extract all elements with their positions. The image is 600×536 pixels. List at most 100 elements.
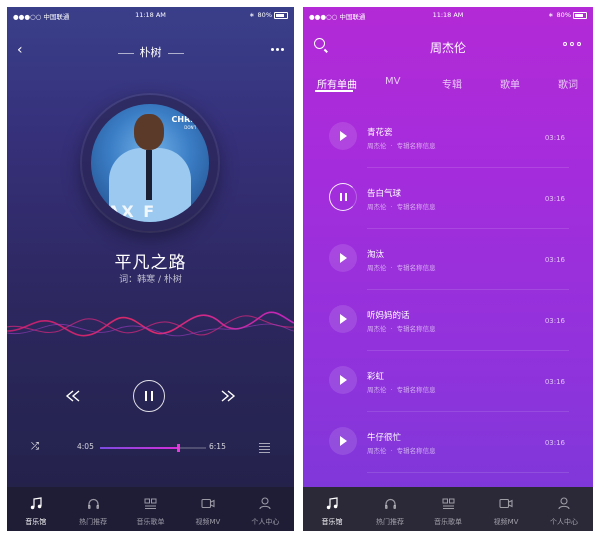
battery-icon bbox=[573, 11, 587, 19]
playlist-grid-icon bbox=[419, 494, 477, 514]
song-album: 专辑名称信息 bbox=[396, 142, 436, 150]
play-button[interactable] bbox=[329, 244, 357, 272]
tab-category[interactable]: 歌词 bbox=[558, 76, 578, 91]
user-icon bbox=[237, 494, 294, 514]
tab-item[interactable]: 热门推荐 bbox=[64, 487, 121, 531]
song-meta: 周杰伦 · 专辑名称信息 bbox=[367, 325, 436, 333]
song-credit: 词：韩寒 / 朴树 bbox=[119, 275, 182, 285]
song-row[interactable]: 青花瓷周杰伦 · 专辑名称信息 03:16 bbox=[327, 107, 569, 168]
song-name: 青花瓷 bbox=[367, 128, 393, 138]
status-bar: ●●●○○ 中国联通 11:18 AM ∗ 80% bbox=[7, 7, 294, 23]
music-note-icon bbox=[7, 494, 64, 514]
song-duration: 03:16 bbox=[544, 134, 565, 142]
tab-category[interactable]: 专辑 bbox=[442, 76, 462, 91]
video-camera-icon bbox=[179, 494, 236, 514]
battery-percent: 80% bbox=[556, 11, 571, 19]
playback-controls bbox=[7, 377, 294, 417]
song-album: 专辑名称信息 bbox=[396, 325, 436, 333]
playlist-icon[interactable] bbox=[259, 443, 270, 455]
song-title: 平凡之路 bbox=[114, 253, 187, 273]
progress-handle[interactable] bbox=[177, 444, 181, 452]
sound-wave-visualizer bbox=[7, 311, 294, 337]
music-note-icon bbox=[303, 494, 361, 514]
play-button[interactable] bbox=[329, 427, 357, 455]
play-button[interactable] bbox=[329, 366, 357, 394]
tab-label: 音乐馆 bbox=[25, 518, 47, 526]
current-time: 4:05 bbox=[77, 442, 94, 451]
shuffle-icon[interactable]: ⤮ bbox=[31, 441, 39, 452]
song-name: 牛仔很忙 bbox=[367, 433, 402, 443]
tab-item[interactable]: 音乐歌单 bbox=[122, 487, 179, 531]
total-time: 6:15 bbox=[209, 442, 226, 451]
tab-category[interactable]: MV bbox=[385, 76, 400, 87]
tab-label: 视频MV bbox=[195, 518, 221, 526]
bluetooth-icon: ∗ bbox=[548, 11, 554, 19]
headphones-icon bbox=[64, 494, 121, 514]
song-row[interactable]: 彩虹周杰伦 · 专辑名称信息 03:16 bbox=[327, 351, 569, 412]
user-icon bbox=[535, 494, 593, 514]
song-artist: 周杰伦 bbox=[367, 264, 387, 272]
progress-track[interactable] bbox=[100, 444, 206, 452]
song-duration: 03:16 bbox=[544, 256, 565, 264]
previous-icon[interactable] bbox=[65, 390, 81, 402]
tab-item[interactable]: 视频MV bbox=[477, 487, 535, 531]
play-button[interactable] bbox=[329, 122, 357, 150]
pause-button[interactable] bbox=[329, 183, 357, 211]
battery-percent: 80% bbox=[257, 11, 272, 19]
song-album: 专辑名称信息 bbox=[396, 264, 436, 272]
next-icon[interactable] bbox=[220, 390, 236, 402]
tab-item[interactable]: 视频MV bbox=[179, 487, 236, 531]
album-disc: CHRIS DON'T ΔX F bbox=[82, 95, 218, 231]
album-cover-subtext: DON'T bbox=[184, 125, 197, 130]
tab-item[interactable]: 音乐歌单 bbox=[419, 487, 477, 531]
row-divider bbox=[367, 472, 569, 473]
song-duration: 03:16 bbox=[544, 195, 565, 203]
battery-icon bbox=[274, 11, 288, 19]
song-duration: 03:16 bbox=[544, 439, 565, 447]
album-cover: CHRIS DON'T ΔX F bbox=[91, 104, 209, 222]
player-header: ‹ 朴树 bbox=[7, 35, 294, 65]
bluetooth-icon: ∗ bbox=[249, 11, 255, 19]
tab-category[interactable]: 歌单 bbox=[500, 76, 520, 91]
pause-button[interactable] bbox=[133, 380, 165, 412]
song-name: 听妈妈的话 bbox=[367, 311, 410, 321]
more-icon[interactable] bbox=[563, 42, 581, 46]
tab-label: 音乐歌单 bbox=[434, 518, 462, 526]
tab-item[interactable]: 个人中心 bbox=[535, 487, 593, 531]
play-button[interactable] bbox=[329, 305, 357, 333]
tab-label: 个人中心 bbox=[251, 518, 280, 526]
song-artist: 周杰伦 bbox=[367, 203, 387, 211]
tab-item[interactable]: 音乐馆 bbox=[7, 487, 64, 531]
artist-title: 周杰伦 bbox=[429, 41, 466, 55]
category-tabs: 所有单曲 MV 专辑 歌单 歌词 bbox=[303, 69, 593, 95]
song-meta: 周杰伦 · 专辑名称信息 bbox=[367, 142, 436, 150]
tab-item[interactable]: 热门推荐 bbox=[361, 487, 419, 531]
song-meta: 周杰伦 · 专辑名称信息 bbox=[367, 264, 436, 272]
battery-status: ∗ 80% bbox=[249, 11, 288, 19]
song-artist: 周杰伦 bbox=[367, 447, 387, 455]
song-album: 专辑名称信息 bbox=[396, 386, 436, 394]
tab-category[interactable]: 所有单曲 bbox=[317, 76, 357, 91]
song-meta: 周杰伦 · 专辑名称信息 bbox=[367, 386, 436, 394]
more-icon[interactable] bbox=[271, 48, 284, 51]
song-album: 专辑名称信息 bbox=[396, 447, 436, 455]
song-duration: 03:16 bbox=[544, 317, 565, 325]
tab-label: 热门推荐 bbox=[376, 518, 404, 526]
song-name: 彩虹 bbox=[367, 372, 385, 382]
song-artist: 周杰伦 bbox=[367, 325, 387, 333]
song-meta: 周杰伦 · 专辑名称信息 bbox=[367, 447, 436, 455]
song-row[interactable]: 牛仔很忙周杰伦 · 专辑名称信息 03:16 bbox=[327, 412, 569, 473]
tab-bar: 音乐馆 热门推荐 音乐歌单 视频MV 个人中心 bbox=[303, 487, 593, 531]
song-row[interactable]: 告白气球 周杰伦 · 专辑名称信息 03:16 bbox=[327, 168, 569, 229]
tab-item[interactable]: 音乐馆 bbox=[303, 487, 361, 531]
tab-label: 个人中心 bbox=[550, 518, 578, 526]
playlist-grid-icon bbox=[122, 494, 179, 514]
song-duration: 03:16 bbox=[544, 378, 565, 386]
player-screen: ●●●○○ 中国联通 11:18 AM ∗ 80% ‹ 朴树 CHRIS DON'… bbox=[7, 7, 294, 531]
song-row[interactable]: 淘汰 周杰伦 · 专辑名称信息 03:16 bbox=[327, 229, 569, 290]
song-row[interactable]: 听妈妈的话周杰伦 · 专辑名称信息 03:16 bbox=[327, 290, 569, 351]
album-cover-word: ΔX F bbox=[107, 202, 157, 221]
progress-fill bbox=[100, 447, 179, 449]
tab-label: 音乐歌单 bbox=[136, 518, 165, 526]
tab-item[interactable]: 个人中心 bbox=[237, 487, 294, 531]
